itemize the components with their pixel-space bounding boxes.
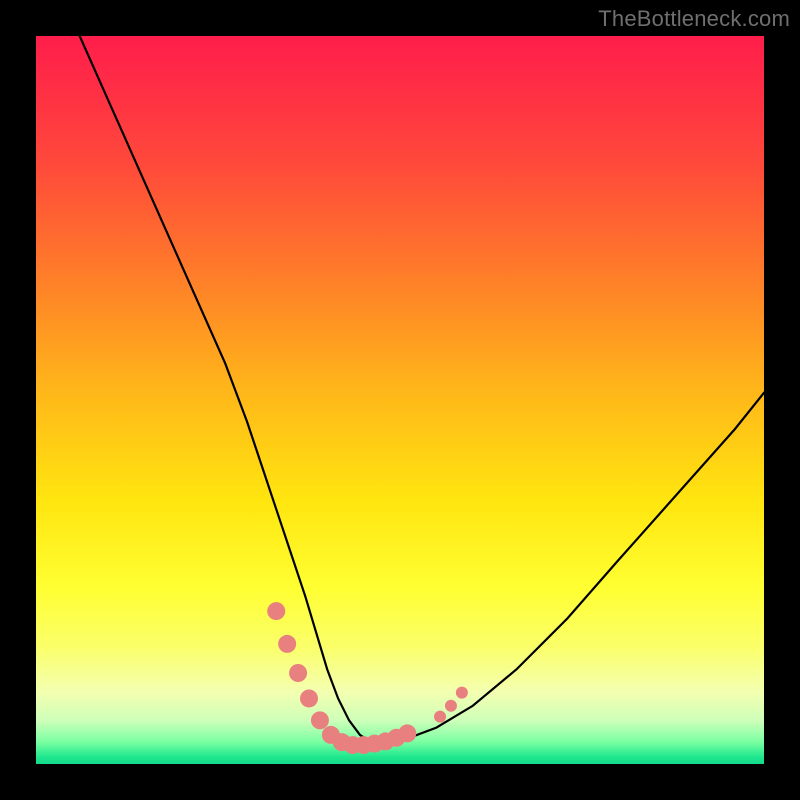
highlight-dot xyxy=(278,635,296,653)
highlight-dot xyxy=(300,689,318,707)
bottleneck-curve xyxy=(80,36,764,742)
watermark-text: TheBottleneck.com xyxy=(598,6,790,32)
highlight-dot xyxy=(289,664,307,682)
outer-black-frame: TheBottleneck.com xyxy=(0,0,800,800)
highlight-dot xyxy=(445,700,457,712)
highlight-dot xyxy=(398,724,416,742)
highlight-dot xyxy=(311,711,329,729)
curve-layer xyxy=(36,36,764,764)
highlight-dot xyxy=(456,687,468,699)
highlight-marker-group xyxy=(267,602,468,754)
highlight-dot xyxy=(434,711,446,723)
highlight-dot xyxy=(267,602,285,620)
plot-area xyxy=(36,36,764,764)
